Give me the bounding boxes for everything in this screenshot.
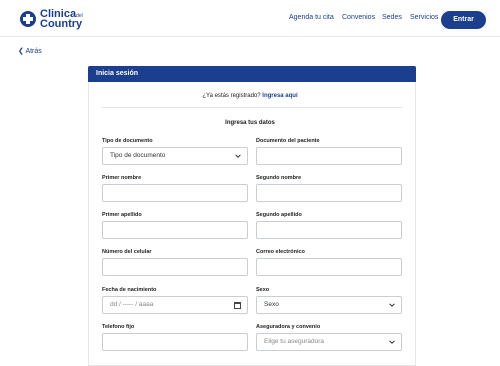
- medical-cross-icon: [20, 11, 36, 27]
- primer-apellido-input[interactable]: [102, 221, 248, 239]
- already-registered: ¿Ya estás registrado? Ingresa aquí: [202, 93, 298, 99]
- aseguradora-label: Aseguradora y convenio: [256, 324, 321, 330]
- sexo-select[interactable]: Sexo: [256, 296, 402, 314]
- fecha-nacimiento-input[interactable]: dd / ----- / aaaa: [102, 296, 248, 314]
- entrar-button[interactable]: Entrar: [441, 11, 486, 29]
- nav-sedes[interactable]: Sedes: [382, 14, 402, 21]
- documento-paciente-input[interactable]: [256, 147, 402, 165]
- segundo-apellido-input[interactable]: [256, 221, 402, 239]
- chevron-left-icon: ❮: [18, 48, 24, 55]
- nav-agenda-cita[interactable]: Agenda tu cita: [289, 14, 334, 21]
- segundo-nombre-input[interactable]: [256, 184, 402, 202]
- celular-input[interactable]: [102, 258, 248, 276]
- segundo-nombre-label: Segundo nombre: [256, 175, 302, 181]
- correo-label: Correo electrónico: [256, 249, 305, 255]
- tipo-documento-select[interactable]: Tipo de documento: [102, 147, 248, 165]
- sexo-label: Sexo: [256, 287, 270, 293]
- clinica-del-country-logo[interactable]: Clinicadel Country: [20, 9, 110, 31]
- fecha-nacimiento-label: Fecha de nacimiento: [102, 287, 157, 293]
- documento-paciente-label: Documento del paciente: [256, 138, 320, 144]
- calendar-icon[interactable]: [234, 302, 241, 309]
- divider: [102, 107, 402, 108]
- tipo-documento-label: Tipo de documento: [102, 138, 153, 144]
- aseguradora-select[interactable]: Elige tu aseguradora: [256, 333, 402, 351]
- chevron-down-icon: [389, 303, 395, 307]
- login-here-link[interactable]: Ingresa aquí: [262, 93, 297, 99]
- celular-label: Número del celular: [102, 249, 152, 255]
- back-link[interactable]: ❮ Atrás: [18, 47, 42, 55]
- primer-apellido-label: Primer apellido: [102, 212, 142, 218]
- chevron-down-icon: [389, 340, 395, 344]
- logo-line2: Country: [40, 18, 83, 30]
- segundo-apellido-label: Segundo apellido: [256, 212, 302, 218]
- telefono-fijo-input[interactable]: [102, 333, 248, 351]
- chevron-down-icon: [235, 154, 241, 158]
- nav-servicios[interactable]: Servicios: [410, 14, 438, 21]
- telefono-fijo-label: Telefono fijo: [102, 324, 135, 330]
- correo-input[interactable]: [256, 258, 402, 276]
- primer-nombre-label: Primer nombre: [102, 175, 142, 181]
- primer-nombre-input[interactable]: [102, 184, 248, 202]
- form-subtitle: Ingresa tus datos: [225, 120, 275, 126]
- top-header: Clinicadel Country Agenda tu cita Conven…: [0, 0, 500, 37]
- nav-convenios[interactable]: Convenios: [342, 14, 375, 21]
- card-title: Inicia sesión: [88, 66, 416, 82]
